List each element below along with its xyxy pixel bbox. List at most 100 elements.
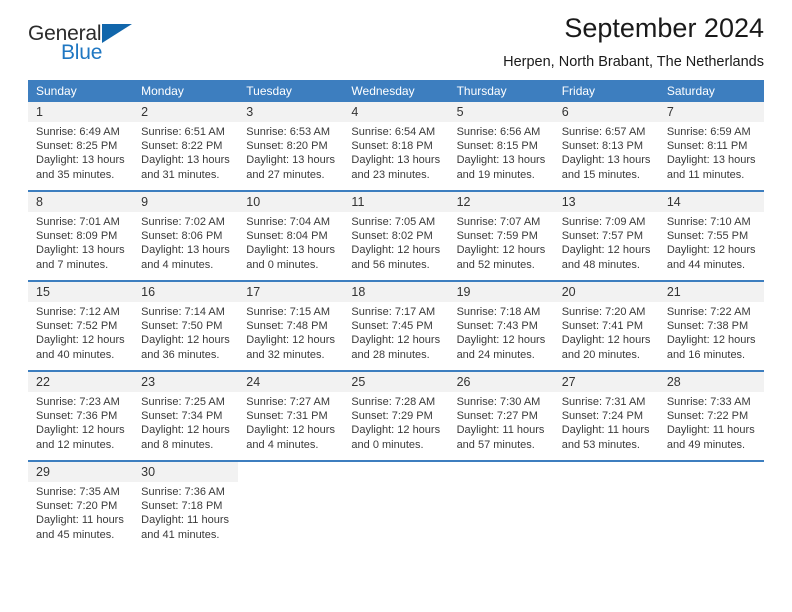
calendar-day-cell[interactable]: 30 Sunrise: 7:36 AM Sunset: 7:18 PM Dayligh…	[133, 462, 239, 550]
day-sun-info: Sunrise: 6:56 AM Sunset: 8:15 PM Daylight:…	[449, 122, 554, 182]
day-of-week-header-row: Sunday Monday Tuesday Wednesday Thursday…	[28, 80, 764, 102]
day-number: 9	[133, 192, 239, 212]
sunset-text: Sunset: 7:24 PM	[561, 410, 644, 423]
calendar-day-cell[interactable]: 29 Sunrise: 7:35 AM Sunset: 7:20 PM Dayligh…	[28, 462, 134, 550]
calendar-day-cell[interactable]: 3 Sunrise: 6:53 AM Sunset: 8:20 PM Daylight…	[238, 102, 344, 190]
sunrise-text: Sunrise: 7:30 AM	[456, 396, 541, 408]
sunset-text: Sunset: 8:13 PM	[561, 140, 644, 153]
sunset-text: Sunset: 8:25 PM	[36, 140, 118, 153]
calendar-day-cell[interactable]: 26 Sunrise: 7:30 AM Sunset: 7:27 PM Dayligh…	[448, 372, 554, 460]
daylight-text-line2: and 7 minutes.	[36, 258, 109, 271]
calendar-day-cell[interactable]: 9 Sunrise: 7:02 AM Sunset: 8:06 PM Daylight…	[133, 192, 239, 280]
day-header-sunday: Sunday	[36, 84, 77, 98]
day-number: 26	[448, 372, 554, 392]
calendar-day-cell[interactable]: 25 Sunrise: 7:28 AM Sunset: 7:29 PM Dayligh…	[343, 372, 449, 460]
calendar-day-cell[interactable]: 17 Sunrise: 7:15 AM Sunset: 7:48 PM Dayligh…	[238, 282, 344, 370]
calendar-day-cell[interactable]: 20 Sunrise: 7:20 AM Sunset: 7:41 PM Dayligh…	[553, 282, 659, 370]
daylight-text-line1: Daylight: 13 hours	[561, 154, 651, 167]
daylight-text-line2: and 57 minutes.	[456, 438, 535, 451]
sunset-text: Sunset: 7:57 PM	[561, 230, 644, 243]
day-sun-info: Sunrise: 7:12 AM Sunset: 7:52 PM Daylight:…	[28, 302, 133, 362]
sunset-text: Sunset: 7:20 PM	[36, 500, 118, 513]
sunset-text: Sunset: 8:02 PM	[351, 230, 433, 243]
sunset-text: Sunset: 8:06 PM	[141, 230, 223, 243]
sunset-text: Sunset: 8:04 PM	[246, 230, 328, 243]
sunset-text: Sunset: 7:27 PM	[456, 410, 538, 423]
logo-text-blue: Blue	[61, 41, 103, 64]
calendar-day-cell[interactable]: 28 Sunrise: 7:33 AM Sunset: 7:22 PM Dayligh…	[658, 372, 764, 460]
day-sun-info: Sunrise: 7:05 AM Sunset: 8:02 PM Daylight:…	[343, 212, 448, 272]
calendar-day-cell[interactable]: 12 Sunrise: 7:07 AM Sunset: 7:59 PM Dayligh…	[448, 192, 554, 280]
calendar-day-cell[interactable]: 13 Sunrise: 7:09 AM Sunset: 7:57 PM Dayligh…	[553, 192, 659, 280]
calendar-week-row: 22 Sunrise: 7:23 AM Sunset: 7:36 PM Dayligh…	[28, 370, 764, 460]
sunset-text: Sunset: 7:55 PM	[666, 230, 749, 243]
daylight-text-line2: and 41 minutes.	[141, 528, 220, 541]
sunrise-text: Sunrise: 6:59 AM	[666, 126, 751, 138]
sunrise-text: Sunrise: 7:07 AM	[456, 216, 541, 228]
calendar-day-cell[interactable]: 7 Sunrise: 6:59 AM Sunset: 8:11 PM Daylight…	[658, 102, 764, 190]
daylight-text-line2: and 19 minutes.	[456, 168, 535, 181]
daylight-text-line1: Daylight: 12 hours	[666, 334, 756, 347]
daylight-text-line1: Daylight: 13 hours	[246, 154, 335, 167]
sunrise-text: Sunrise: 7:09 AM	[561, 216, 646, 228]
calendar-day-cell[interactable]: 16 Sunrise: 7:14 AM Sunset: 7:50 PM Dayligh…	[133, 282, 239, 370]
day-header-saturday: Saturday	[666, 84, 715, 98]
daylight-text-line2: and 52 minutes.	[456, 258, 535, 271]
sunrise-text: Sunrise: 6:57 AM	[561, 126, 646, 138]
day-number: 23	[133, 372, 239, 392]
calendar-day-cell[interactable]: 4 Sunrise: 6:54 AM Sunset: 8:18 PM Daylight…	[343, 102, 449, 190]
general-blue-logo[interactable]: General Blue	[28, 22, 138, 68]
day-sun-info: Sunrise: 7:15 AM Sunset: 7:48 PM Daylight:…	[238, 302, 343, 362]
day-number: 4	[343, 102, 449, 122]
calendar-day-cell[interactable]: 8 Sunrise: 7:01 AM Sunset: 8:09 PM Daylight…	[28, 192, 134, 280]
calendar-day-cell[interactable]: 19 Sunrise: 7:18 AM Sunset: 7:43 PM Dayligh…	[448, 282, 554, 370]
sunrise-text: Sunrise: 6:51 AM	[141, 126, 225, 138]
sunrise-text: Sunrise: 7:01 AM	[36, 216, 120, 228]
day-number: 15	[28, 282, 134, 302]
calendar-day-cell-empty	[658, 462, 764, 550]
calendar-day-cell[interactable]: 5 Sunrise: 6:56 AM Sunset: 8:15 PM Daylight…	[448, 102, 554, 190]
daylight-text-line1: Daylight: 12 hours	[351, 424, 441, 437]
calendar-day-cell[interactable]: 10 Sunrise: 7:04 AM Sunset: 8:04 PM Dayligh…	[238, 192, 344, 280]
day-number: 3	[238, 102, 344, 122]
day-number: 17	[238, 282, 344, 302]
daylight-text-line1: Daylight: 12 hours	[351, 244, 441, 257]
calendar-day-cell[interactable]: 23 Sunrise: 7:25 AM Sunset: 7:34 PM Dayligh…	[133, 372, 239, 460]
calendar-day-cell[interactable]: 11 Sunrise: 7:05 AM Sunset: 8:02 PM Dayligh…	[343, 192, 449, 280]
daylight-text-line2: and 4 minutes.	[246, 438, 319, 451]
calendar-day-cell[interactable]: 27 Sunrise: 7:31 AM Sunset: 7:24 PM Dayligh…	[553, 372, 659, 460]
sunset-text: Sunset: 8:11 PM	[666, 140, 748, 153]
day-sun-info: Sunrise: 7:10 AM Sunset: 7:55 PM Daylight:…	[659, 212, 764, 272]
sunrise-text: Sunrise: 7:20 AM	[561, 306, 646, 318]
sunset-text: Sunset: 7:50 PM	[141, 320, 223, 333]
day-sun-info: Sunrise: 7:22 AM Sunset: 7:38 PM Daylight:…	[659, 302, 764, 362]
sunset-text: Sunset: 7:45 PM	[351, 320, 433, 333]
calendar-day-cell[interactable]: 2 Sunrise: 6:51 AM Sunset: 8:22 PM Daylight…	[133, 102, 239, 190]
calendar-day-cell[interactable]: 15 Sunrise: 7:12 AM Sunset: 7:52 PM Dayligh…	[28, 282, 134, 370]
day-number: 20	[553, 282, 659, 302]
calendar-day-cell[interactable]: 22 Sunrise: 7:23 AM Sunset: 7:36 PM Dayligh…	[28, 372, 134, 460]
daylight-text-line1: Daylight: 13 hours	[246, 244, 335, 257]
calendar-day-cell-empty	[553, 462, 659, 550]
sunrise-text: Sunrise: 7:28 AM	[351, 396, 436, 408]
day-number: 8	[28, 192, 134, 212]
calendar-day-cell[interactable]: 21 Sunrise: 7:22 AM Sunset: 7:38 PM Dayligh…	[658, 282, 764, 370]
sunrise-text: Sunrise: 7:05 AM	[351, 216, 436, 228]
calendar-day-cell[interactable]: 6 Sunrise: 6:57 AM Sunset: 8:13 PM Daylight…	[553, 102, 659, 190]
daylight-text-line1: Daylight: 12 hours	[561, 334, 651, 347]
day-number	[553, 462, 659, 482]
calendar-day-cell[interactable]: 1 Sunrise: 6:49 AM Sunset: 8:25 PM Daylight…	[28, 102, 134, 190]
calendar-day-cell[interactable]: 24 Sunrise: 7:27 AM Sunset: 7:31 PM Dayligh…	[238, 372, 344, 460]
calendar-day-cell[interactable]: 14 Sunrise: 7:10 AM Sunset: 7:55 PM Dayligh…	[658, 192, 764, 280]
day-number: 21	[658, 282, 764, 302]
daylight-text-line1: Daylight: 12 hours	[456, 244, 546, 257]
sunset-text: Sunset: 7:48 PM	[246, 320, 328, 333]
daylight-text-line1: Daylight: 12 hours	[561, 244, 651, 257]
daylight-text-line1: Daylight: 13 hours	[351, 154, 441, 167]
sunset-text: Sunset: 7:36 PM	[36, 410, 118, 423]
calendar-day-cell[interactable]: 18 Sunrise: 7:17 AM Sunset: 7:45 PM Dayligh…	[343, 282, 449, 370]
sunrise-text: Sunrise: 7:27 AM	[246, 396, 331, 408]
daylight-text-line1: Daylight: 11 hours	[561, 424, 650, 437]
daylight-text-line2: and 0 minutes.	[351, 438, 424, 451]
day-sun-info: Sunrise: 7:09 AM Sunset: 7:57 PM Daylight:…	[554, 212, 659, 272]
